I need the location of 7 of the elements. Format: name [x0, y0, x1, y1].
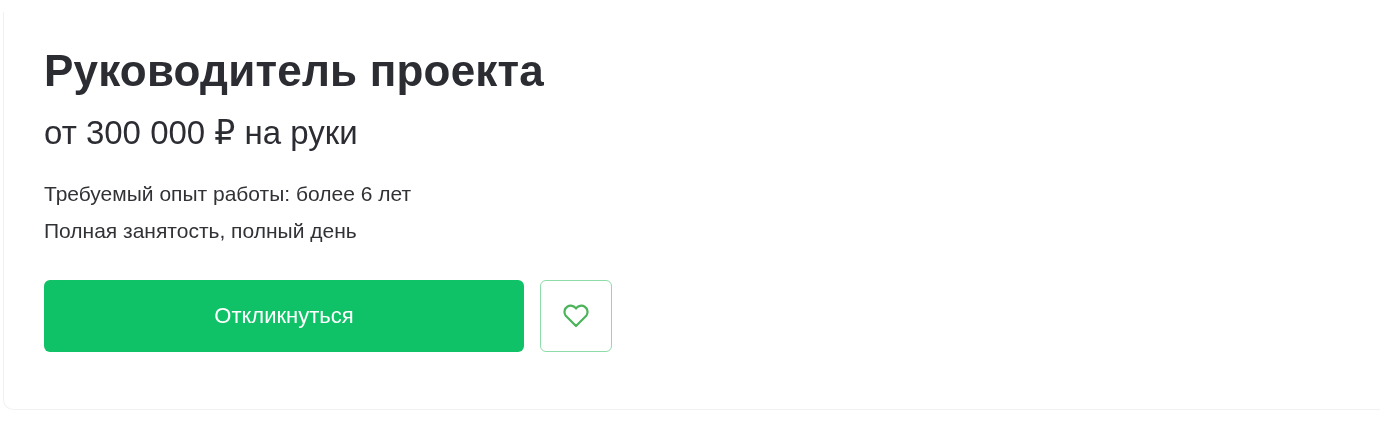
heart-icon	[562, 304, 590, 328]
vacancy-title: Руководитель проекта	[44, 45, 545, 97]
vacancy-detail: Полная занятость, полный день	[44, 218, 358, 243]
vacancy-detail: Требуемый опыт работы: более 6 лет	[44, 181, 413, 206]
favorite-button[interactable]	[540, 280, 612, 352]
apply-button[interactable]: Откликнуться	[44, 280, 524, 352]
salary: от 300 000 ₽ на руки	[44, 113, 359, 153]
